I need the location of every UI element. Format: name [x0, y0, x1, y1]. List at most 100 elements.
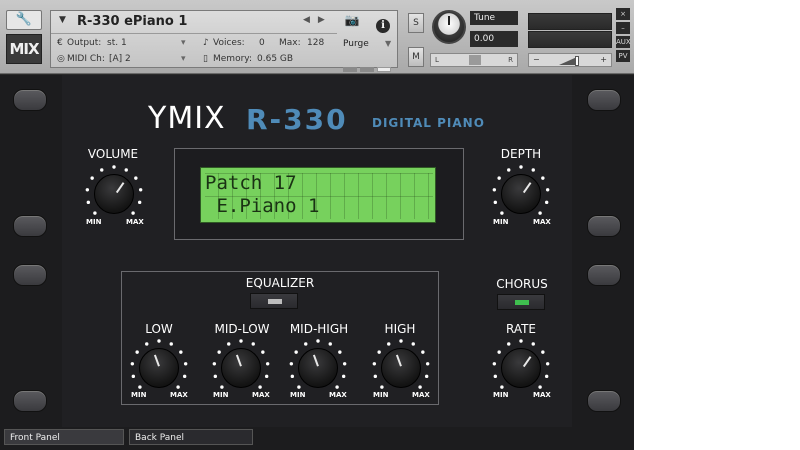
solo-button[interactable]: S [408, 13, 424, 33]
info-icon: i [376, 19, 390, 33]
output-caret-icon[interactable]: ▾ [181, 38, 186, 48]
output-value[interactable]: st. 1 [107, 38, 127, 48]
scale-dot [297, 385, 301, 389]
mute-button[interactable]: M [408, 47, 424, 67]
rate-max-label: MAX [533, 391, 551, 399]
scale-dot [497, 350, 501, 354]
scale-dot [289, 362, 294, 366]
aux-button[interactable]: AUX [616, 36, 631, 48]
equalizer-led [268, 299, 282, 304]
scale-dot [212, 362, 217, 366]
volume-thumb[interactable] [575, 56, 579, 66]
scale-dot [183, 362, 188, 366]
low-knob[interactable] [139, 348, 179, 388]
output-icon: € [57, 38, 63, 48]
scale-dot [421, 350, 425, 354]
scale-dot [538, 385, 542, 389]
scale-dot [519, 339, 523, 343]
brand-name: YMIX [148, 101, 226, 136]
scale-dot [304, 342, 308, 346]
midi-caret-icon[interactable]: ▾ [181, 54, 186, 64]
memory-label: Memory: [213, 54, 252, 64]
scale-dot [545, 188, 550, 192]
voices-value: 0 [259, 38, 265, 48]
scale-dot [338, 350, 342, 354]
midi-value[interactable]: [A] 2 [109, 54, 131, 64]
depth-knob[interactable] [501, 174, 541, 214]
purge-menu[interactable]: Purge [343, 39, 369, 49]
purge-caret-icon[interactable]: ▼ [385, 39, 391, 48]
scale-dot [131, 374, 136, 379]
volume-minus-label: − [533, 55, 540, 64]
rack-ear [587, 264, 621, 286]
tune-value[interactable]: 0.00 [470, 31, 518, 47]
rate-knob[interactable] [501, 348, 541, 388]
high-label: HIGH [384, 322, 416, 336]
tab-front-panel[interactable]: Front Panel [4, 429, 124, 445]
scale-dot [251, 342, 255, 346]
max-voices-value[interactable]: 128 [307, 38, 324, 48]
prev-next-arrows-icon[interactable]: ◀▶ [303, 15, 333, 25]
pv-button[interactable]: PV [616, 50, 630, 62]
caret-down-icon[interactable]: ▼ [59, 15, 66, 25]
camera-icon[interactable]: 📷 [337, 13, 367, 33]
instrument-name[interactable]: R-330 ePiano 1 [77, 14, 187, 29]
pan-thumb[interactable] [469, 55, 481, 65]
minimize-button[interactable]: – [616, 22, 630, 34]
depth-label: DEPTH [500, 147, 542, 161]
chorus-led [515, 300, 529, 305]
voices-label: Voices: [213, 38, 245, 48]
scale-dot [217, 350, 221, 354]
scale-dot [519, 165, 523, 169]
volume-knob[interactable] [94, 174, 134, 214]
scale-dot [131, 211, 135, 215]
low-min-label: MIN [131, 391, 147, 399]
high-min-label: MIN [373, 391, 389, 399]
memory-icon: ▯ [203, 54, 208, 64]
mid-low-knob[interactable] [221, 348, 261, 388]
mid-high-knob[interactable] [298, 348, 338, 388]
scale-dot [418, 385, 422, 389]
lcd-line-1: Patch 17 [205, 172, 297, 194]
divider [51, 33, 337, 34]
instrument-name-row[interactable]: ▼ R-330 ePiano 1 ◀▶ [51, 11, 331, 33]
chorus-label: CHORUS [496, 277, 548, 291]
scale-dot [372, 362, 377, 366]
model-name: R-330 [246, 103, 348, 136]
lcd-display[interactable]: Patch 17 E.Piano 1 [200, 167, 436, 223]
scale-dot [135, 350, 139, 354]
scale-dot [93, 211, 97, 215]
pan-right-label: R [508, 56, 513, 64]
scale-dot [134, 176, 138, 180]
scale-dot [492, 362, 497, 366]
volume-max-label: MAX [126, 218, 144, 226]
scale-dot [138, 385, 142, 389]
wrench-button[interactable]: 🔧 [6, 10, 42, 30]
tab-back-panel[interactable]: Back Panel [129, 429, 253, 445]
rack-ear [13, 89, 47, 111]
scale-dot [387, 342, 391, 346]
close-button[interactable]: × [616, 8, 630, 20]
scale-dot [100, 168, 104, 172]
info-button[interactable]: i [369, 13, 397, 33]
scale-dot [399, 339, 403, 343]
volume-min-label: MIN [86, 218, 102, 226]
depth-max-label: MAX [533, 218, 551, 226]
pan-slider[interactable]: L R [430, 53, 518, 67]
scale-dot [493, 374, 498, 379]
level-meter-right [528, 31, 612, 48]
instrument-window: 🔧 MIX ▼ R-330 ePiano 1 ◀▶ 📷 i € Output: … [0, 0, 634, 450]
scale-dot [424, 374, 429, 379]
scale-dot [425, 362, 430, 366]
chorus-switch[interactable] [497, 294, 545, 310]
tune-knob[interactable] [432, 10, 466, 44]
scale-dot [169, 342, 173, 346]
midi-icon: ◎ [57, 54, 65, 64]
scale-dot [492, 188, 497, 192]
high-knob[interactable] [381, 348, 421, 388]
wrench-icon: 🔧 [15, 12, 33, 27]
equalizer-switch[interactable] [250, 293, 298, 309]
volume-slider[interactable]: − + [528, 53, 612, 67]
scale-dot [86, 200, 91, 205]
rack-ear [13, 264, 47, 286]
